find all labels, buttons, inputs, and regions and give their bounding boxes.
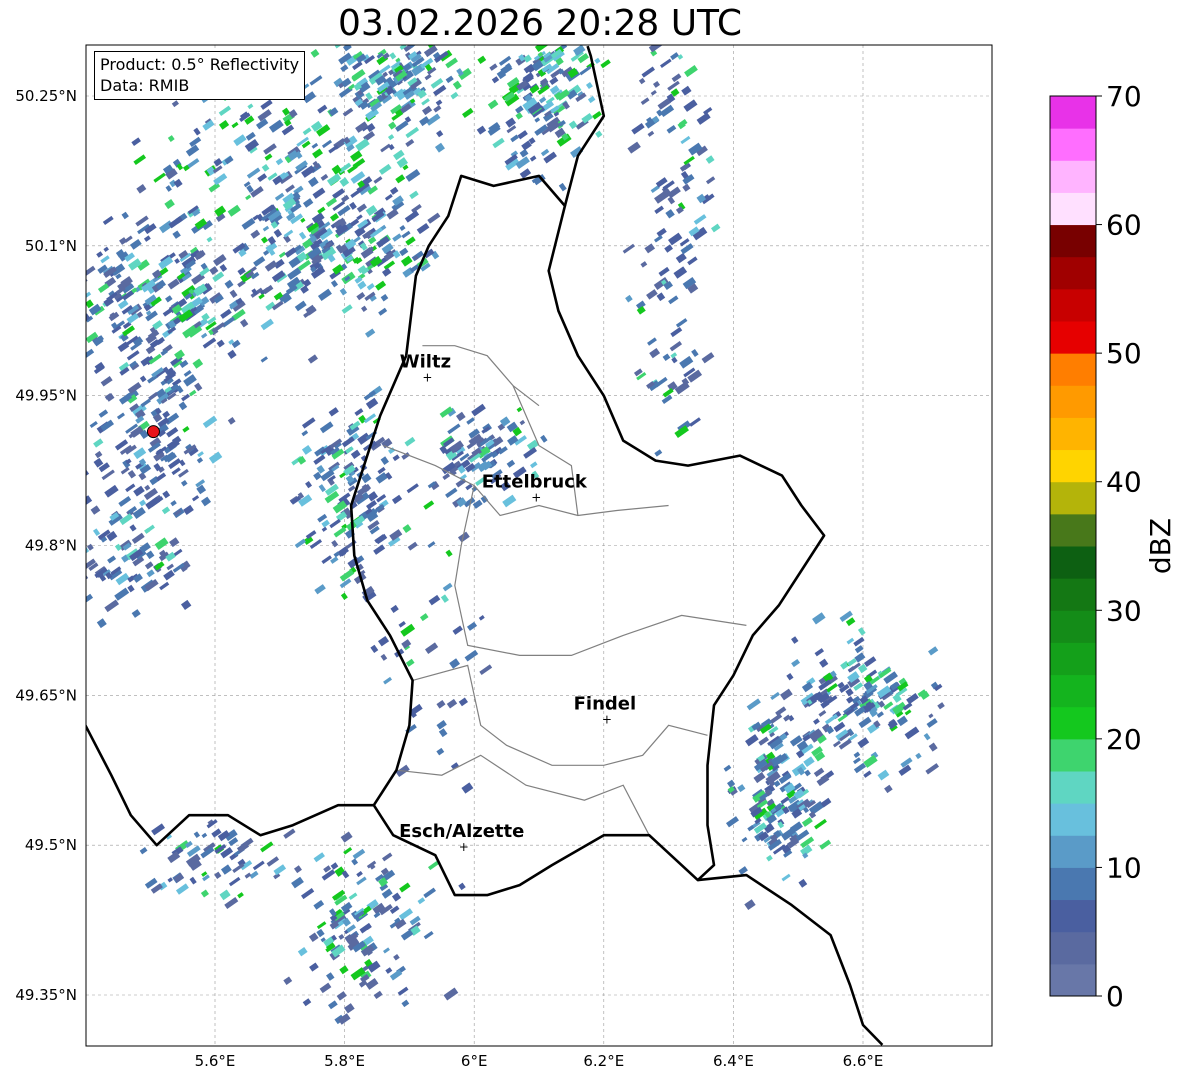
colorbar-segment [1050,899,1096,933]
colorbar-segment [1050,513,1096,547]
colorbar-segment [1050,835,1096,868]
colorbar-tick-label: 10 [1106,851,1142,884]
colorbar-segment [1050,288,1096,322]
colorbar-unit-label: dBZ [1144,518,1177,574]
colorbar-segment [1050,321,1096,354]
colorbar-segment [1050,417,1096,451]
colorbar-segment [1050,353,1096,386]
colorbar-tick-label: 50 [1106,337,1142,370]
colorbar-segment [1050,931,1096,965]
colorbar-tick-label: 0 [1106,980,1124,1013]
colorbar-segment [1050,481,1096,515]
product-label: Product: 0.5° Reflectivity [100,55,300,74]
colorbar-tick-label: 70 [1106,80,1142,113]
colorbar-segment [1050,803,1096,836]
colorbar-segment [1050,96,1096,129]
colorbar-segment [1050,192,1096,226]
colorbar-tick-label: 20 [1106,723,1142,756]
data-source-label: Data: RMIB [100,76,190,95]
colorbar-segment [1050,160,1096,193]
colorbar-segment [1050,963,1096,997]
colorbar-segment [1050,224,1096,258]
colorbar-segment [1050,674,1096,708]
colorbar-tick-label: 40 [1106,466,1142,499]
colorbar-segment [1050,449,1096,483]
colorbar-segment [1050,706,1096,740]
colorbar-segment [1050,642,1096,676]
colorbar-segment [1050,546,1096,579]
product-info-box: Product: 0.5° Reflectivity Data: RMIB [94,51,306,100]
colorbar-segment [1050,256,1096,290]
colorbar-segment [1050,867,1096,901]
colorbar-segment [1050,771,1096,804]
colorbar: 0 10 20 30 40 50 60 70 dBZ [1049,80,1177,1013]
colorbar-segment [1050,610,1096,643]
colorbar-tick-label: 30 [1106,594,1142,627]
colorbar-tick-label: 60 [1106,209,1142,242]
colorbar-segment [1050,578,1096,611]
colorbar-segment [1050,385,1096,418]
colorbar-segment [1050,128,1096,161]
colorbar-segment [1050,738,1096,772]
